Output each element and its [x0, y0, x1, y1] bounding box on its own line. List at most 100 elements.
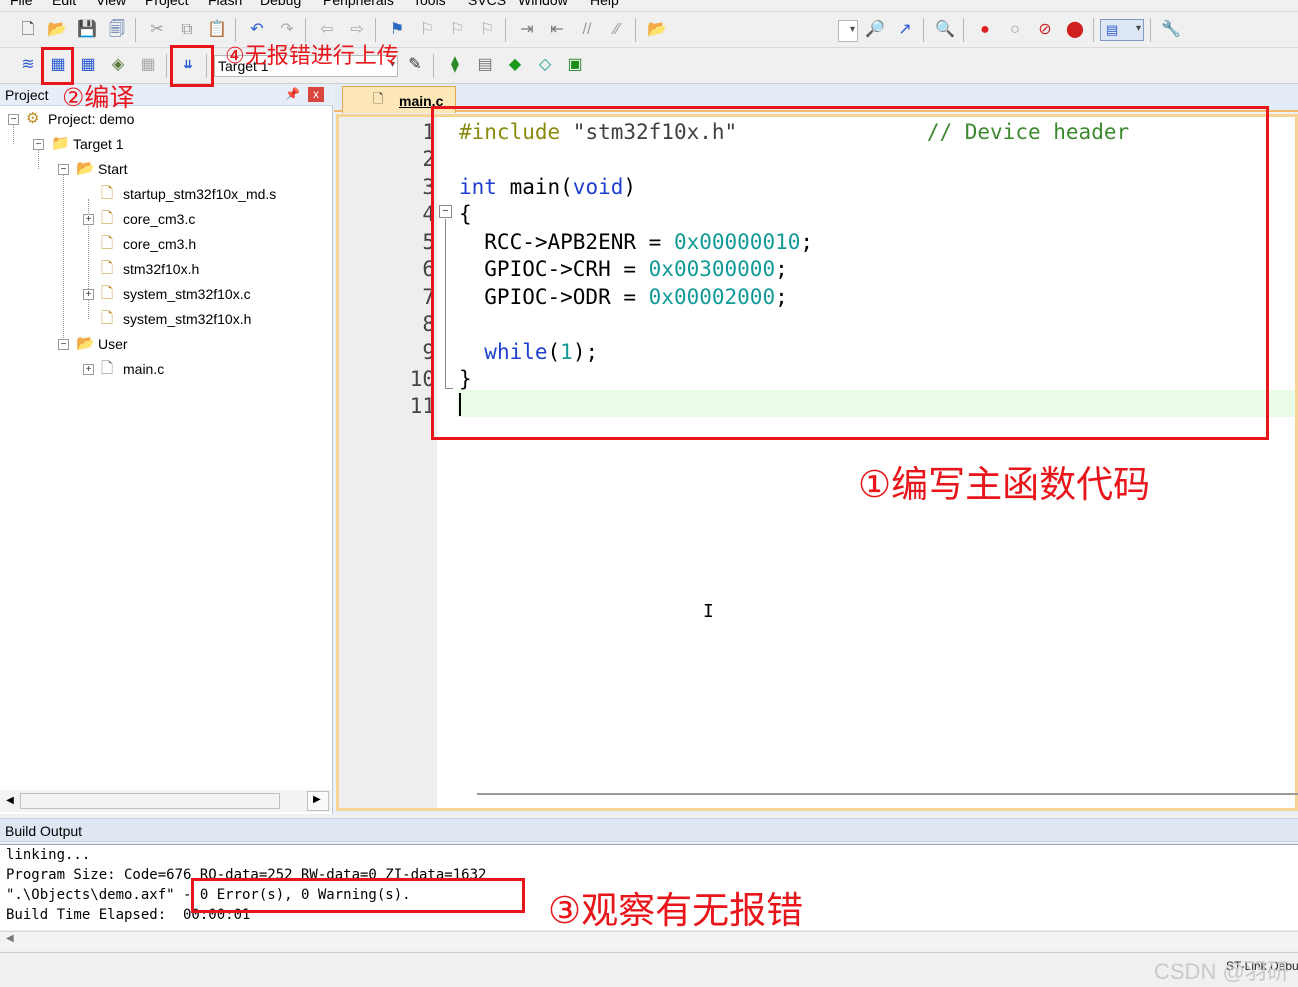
annotation-upload: ④无报错进行上传: [225, 44, 399, 69]
scroll-left-icon[interactable]: ◀: [2, 793, 18, 809]
project-icon: ⚙: [26, 110, 40, 127]
file-icon: 🗋: [101, 260, 114, 277]
tree-group-start[interactable]: 📂 Start: [76, 158, 128, 180]
cut-icon[interactable]: ✂: [146, 19, 168, 41]
pack-installer-icon[interactable]: ◇: [534, 54, 556, 76]
comment-icon[interactable]: //: [576, 19, 598, 41]
manage-project-items-icon[interactable]: ⧫: [444, 54, 466, 76]
new-file-icon[interactable]: 🗋: [17, 19, 39, 41]
toolbar-separator: [135, 18, 136, 42]
tree-file-core-cm3-h[interactable]: 🗋 core_cm3.h: [101, 233, 196, 255]
build-output-header: Build Output: [0, 818, 1298, 842]
menu-help[interactable]: Help: [590, 0, 619, 8]
debug-session-icon[interactable]: 🔍: [934, 19, 956, 41]
menu-debug[interactable]: Debug: [260, 0, 301, 8]
find-icon[interactable]: 🔎: [864, 19, 886, 41]
save-icon[interactable]: 💾: [76, 19, 98, 41]
toolbar-separator: [166, 54, 167, 78]
menu-file[interactable]: File: [10, 0, 33, 8]
editor-horizontal-scrollbar[interactable]: [477, 793, 1298, 795]
pin-icon[interactable]: 📌: [285, 87, 300, 101]
close-icon[interactable]: x: [308, 87, 324, 102]
file-icon: 🗋: [101, 360, 114, 377]
clear-bookmarks-icon[interactable]: ⚐: [476, 19, 498, 41]
expand-file-toggle[interactable]: +: [83, 289, 94, 300]
tree-file-main-c[interactable]: 🗋 main.c: [101, 358, 164, 380]
tree-file-label: system_stm32f10x.h: [123, 311, 252, 327]
annotation-write-code: ①编写主函数代码: [858, 463, 1151, 506]
toolbar-separator: [1093, 18, 1094, 42]
collapse-target-toggle[interactable]: −: [33, 139, 44, 150]
select-packs-icon[interactable]: ▤: [474, 54, 496, 76]
toolbar-separator: [923, 18, 924, 42]
project-panel-title: Project: [5, 87, 49, 103]
stop-build-icon[interactable]: ▦: [137, 54, 159, 76]
folder-open-icon: 📂: [76, 160, 95, 177]
menu-project[interactable]: Project: [145, 0, 189, 8]
collapse-project-toggle[interactable]: −: [8, 114, 19, 125]
incremental-find-icon[interactable]: ↗: [894, 19, 916, 41]
tree-file-stm32f10x-h[interactable]: 🗋 stm32f10x.h: [101, 258, 199, 280]
keil-uvision-window: File Edit View Project Flash Debug Perip…: [0, 0, 1298, 987]
tree-file-startup[interactable]: 🗋 startup_stm32f10x_md.s: [101, 183, 276, 205]
batch-build-icon[interactable]: ◈: [107, 54, 129, 76]
annotation-compile: ②编译: [62, 83, 135, 112]
file-icon: 🗋: [373, 91, 384, 106]
tree-group-user[interactable]: 📂 User: [76, 333, 128, 355]
prev-bookmark-icon[interactable]: ⚐: [416, 19, 438, 41]
save-all-icon[interactable]: 🗐: [106, 19, 128, 41]
insert-breakpoint-icon[interactable]: ●: [974, 19, 996, 41]
menu-view[interactable]: View: [96, 0, 126, 8]
tree-file-system-h[interactable]: 🗋 system_stm32f10x.h: [101, 308, 251, 330]
pack-assistant-icon[interactable]: ▣: [564, 54, 586, 76]
copy-icon[interactable]: ⧉: [176, 19, 198, 41]
line-number: 3: [422, 175, 435, 199]
menu-window[interactable]: Window: [518, 0, 568, 8]
menu-flash[interactable]: Flash: [208, 0, 242, 8]
find-in-files-icon[interactable]: 📂: [646, 19, 668, 41]
scrollbar-thumb[interactable]: [20, 793, 280, 809]
target-options-icon[interactable]: ✎: [404, 54, 426, 76]
tree-file-system-c[interactable]: 🗋 system_stm32f10x.c: [101, 283, 251, 305]
collapse-group-toggle[interactable]: −: [58, 339, 69, 350]
disable-all-breakpoints-icon[interactable]: ⊘: [1034, 19, 1056, 41]
tree-file-core-cm3-c[interactable]: 🗋 core_cm3.c: [101, 208, 195, 230]
indent-icon[interactable]: ⇥: [516, 19, 538, 41]
manage-rte-icon[interactable]: ◆: [504, 54, 526, 76]
watermark: CSDN @羽研: [1154, 959, 1289, 984]
expand-file-toggle[interactable]: +: [83, 364, 94, 375]
toolbar-separator: [505, 18, 506, 42]
kill-all-breakpoints-icon[interactable]: ⬤: [1064, 19, 1086, 41]
unindent-icon[interactable]: ⇤: [546, 19, 568, 41]
window-layout-dropdown[interactable]: ▤ ▾: [1100, 19, 1144, 41]
line-number: 7: [422, 285, 435, 309]
rebuild-icon[interactable]: ▦: [77, 54, 99, 76]
project-panel: Project 📌 x − ⚙ Project: demo − 📁 Target…: [0, 84, 333, 814]
next-bookmark-icon[interactable]: ⚐: [446, 19, 468, 41]
annotation-box-code: [431, 106, 1269, 440]
menu-svcs[interactable]: SVCS: [468, 0, 506, 8]
project-panel-header: Project 📌 x: [0, 84, 333, 106]
project-horizontal-scrollbar[interactable]: ◀ ▶: [0, 790, 331, 812]
uncomment-icon[interactable]: ⁄⁄: [606, 19, 628, 41]
find-combo[interactable]: ▾: [838, 20, 858, 42]
translate-icon[interactable]: ≋: [17, 54, 39, 76]
collapse-group-toggle[interactable]: −: [58, 164, 69, 175]
scroll-right-button[interactable]: ▶: [307, 791, 329, 811]
tree-connector: [13, 124, 14, 144]
line-number: 10: [409, 367, 435, 391]
menu-tools[interactable]: Tools: [413, 0, 446, 8]
tree-group-label: Start: [98, 161, 128, 177]
menu-peripherals[interactable]: Peripherals: [323, 0, 394, 8]
tree-target-node[interactable]: 📁 Target 1: [51, 133, 124, 155]
tree-connector: [63, 174, 64, 344]
configuration-wrench-icon[interactable]: 🔧: [1160, 19, 1182, 41]
expand-file-toggle[interactable]: +: [83, 214, 94, 225]
file-toolbar: 🗋 📂 💾 🗐 ✂ ⧉ 📋 ↶ ↷ ⇦ ⇨ ⚑ ⚐ ⚐ ⚐ ⇥ ⇤ // ⁄⁄ …: [0, 12, 1298, 48]
tree-group-label: User: [98, 336, 128, 352]
tree-file-label: core_cm3.h: [123, 236, 197, 252]
open-file-icon[interactable]: 📂: [46, 19, 68, 41]
scroll-left-icon[interactable]: ◀: [6, 933, 14, 944]
menu-edit[interactable]: Edit: [52, 0, 76, 8]
disable-breakpoint-icon[interactable]: ○: [1004, 19, 1026, 41]
